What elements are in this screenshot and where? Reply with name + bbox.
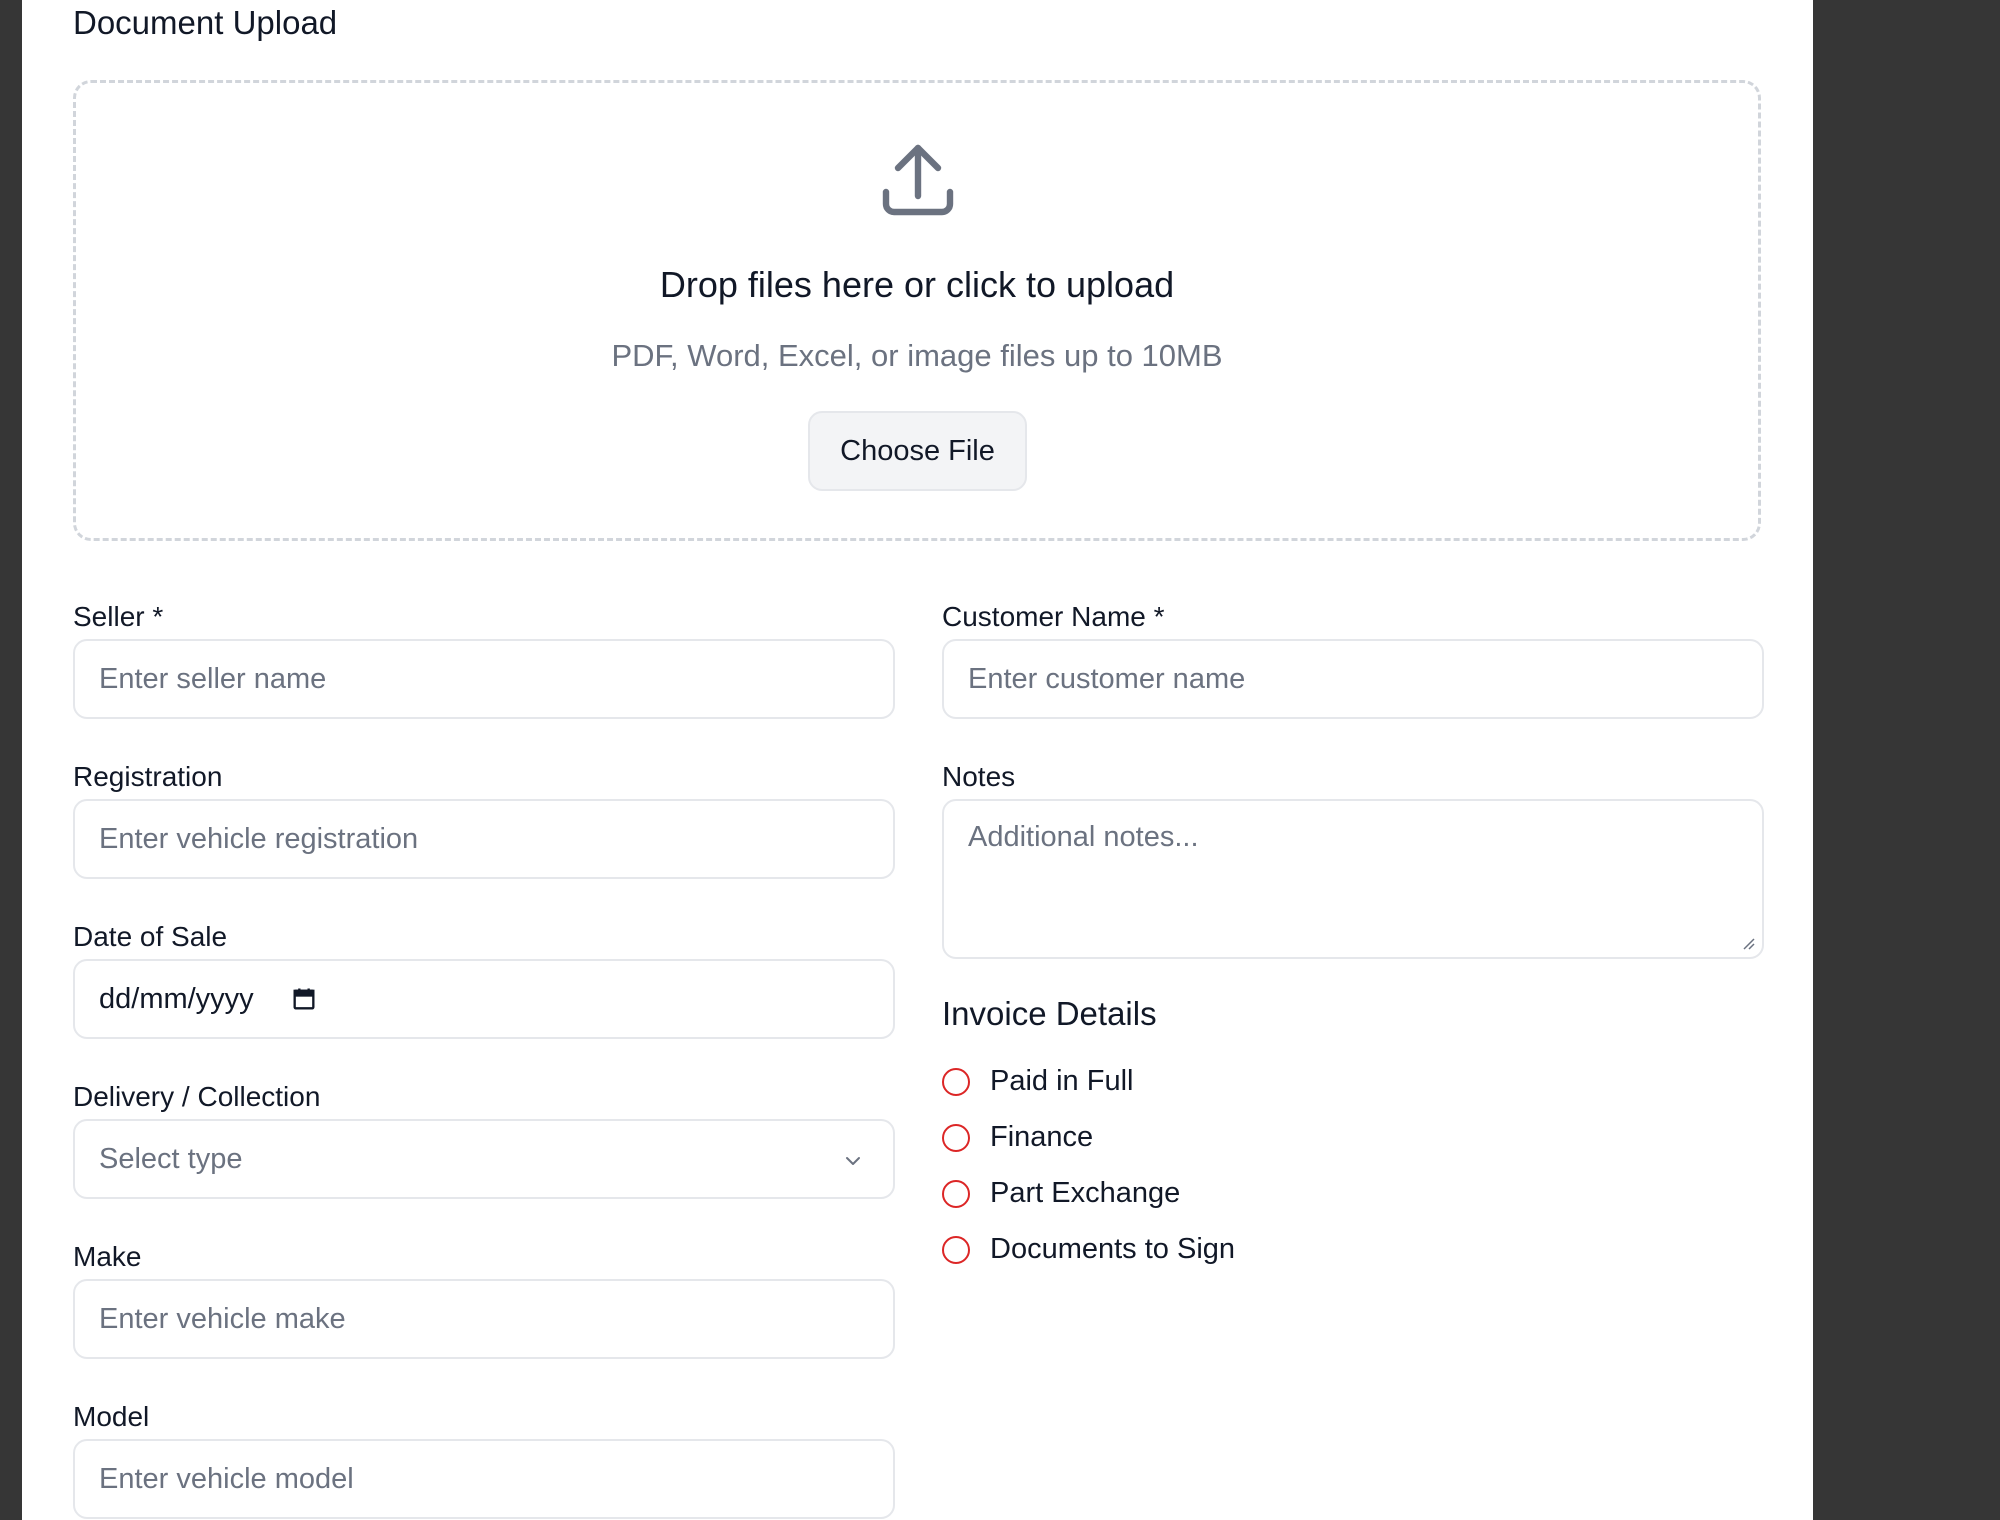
section-title: Document Upload	[73, 4, 338, 41]
delivery-collection-label: Delivery / Collection	[73, 1081, 321, 1112]
radio-finance[interactable]: Finance	[942, 1121, 1093, 1154]
dropzone-hint: PDF, Word, Excel, or image files up to 1…	[611, 338, 1223, 373]
date-of-sale-value: dd/mm/yyyy	[99, 982, 254, 1015]
notes-textarea[interactable]: Additional notes...	[942, 799, 1764, 959]
customer-name-label: Customer Name *	[942, 601, 1165, 632]
radio-circle[interactable]	[942, 1179, 970, 1208]
choose-file-button[interactable]: Choose File	[808, 411, 1027, 491]
calendar-icon[interactable]	[290, 985, 318, 1013]
customer-name-input[interactable]: Enter customer name	[942, 639, 1764, 719]
seller-placeholder: Enter seller name	[99, 662, 327, 695]
registration-input[interactable]: Enter vehicle registration	[73, 799, 895, 879]
radio-circle[interactable]	[942, 1123, 970, 1152]
delivery-collection-selected: Select type	[99, 1142, 243, 1175]
make-placeholder: Enter vehicle make	[99, 1302, 346, 1335]
page-background-left	[0, 0, 22, 1520]
make-label: Make	[73, 1241, 142, 1272]
resize-grip-icon[interactable]	[1740, 935, 1756, 951]
radio-paid-in-full[interactable]: Paid in Full	[942, 1065, 1133, 1098]
model-label: Model	[73, 1401, 150, 1432]
dropzone-title: Drop files here or click to upload	[659, 264, 1175, 305]
date-of-sale-input[interactable]: dd/mm/yyyy	[73, 959, 895, 1039]
delivery-collection-select[interactable]: Select type	[73, 1119, 895, 1199]
radio-label: Documents to Sign	[990, 1233, 1236, 1265]
radio-circle[interactable]	[942, 1067, 970, 1096]
radio-label: Paid in Full	[990, 1065, 1134, 1097]
invoice-details-title: Invoice Details	[942, 995, 1157, 1032]
customer-name-placeholder: Enter customer name	[968, 662, 1246, 695]
upload-icon	[882, 144, 954, 216]
make-input[interactable]: Enter vehicle make	[73, 1279, 895, 1359]
seller-input[interactable]: Enter seller name	[73, 639, 895, 719]
chevron-down-icon	[846, 1157, 860, 1165]
notes-label: Notes	[942, 761, 1016, 792]
radio-label: Part Exchange	[990, 1177, 1181, 1209]
model-input[interactable]: Enter vehicle model	[73, 1439, 895, 1519]
radio-circle[interactable]	[942, 1235, 970, 1264]
radio-documents-to-sign[interactable]: Documents to Sign	[942, 1233, 1235, 1266]
radio-part-exchange[interactable]: Part Exchange	[942, 1177, 1180, 1210]
page-background-right	[1813, 0, 2000, 1520]
notes-placeholder: Additional notes...	[968, 821, 1199, 853]
registration-placeholder: Enter vehicle registration	[99, 822, 419, 855]
seller-label: Seller *	[73, 601, 164, 632]
registration-label: Registration	[73, 761, 223, 792]
radio-label: Finance	[990, 1121, 1094, 1153]
model-placeholder: Enter vehicle model	[99, 1462, 354, 1495]
date-of-sale-label: Date of Sale	[73, 921, 228, 952]
